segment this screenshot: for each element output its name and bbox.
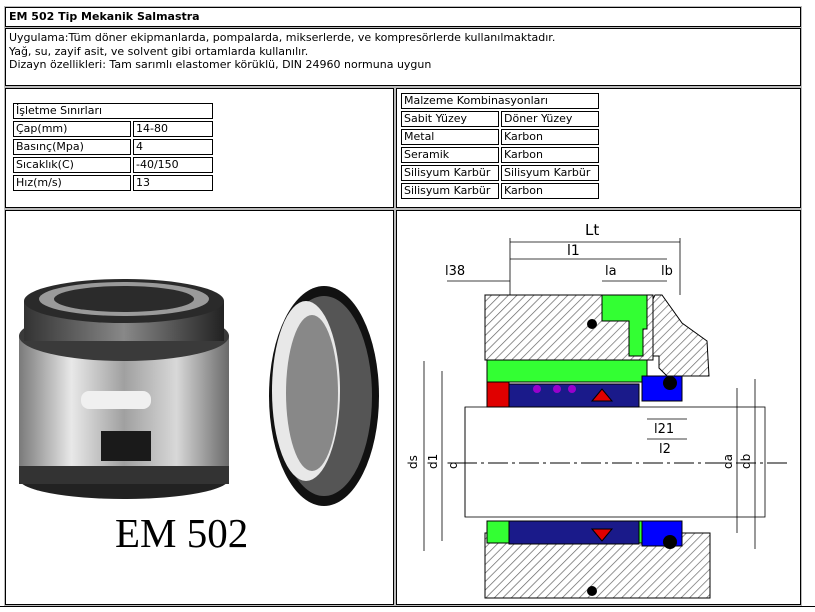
materials-header: Malzeme Kombinasyonları bbox=[401, 93, 599, 109]
table-row: Hız(m/s) 13 bbox=[13, 175, 213, 191]
table-cell: Karbon bbox=[501, 129, 599, 145]
dim-label: Lt bbox=[585, 221, 599, 239]
table-row: Sıcaklık(C) -40/150 bbox=[13, 157, 213, 173]
dim-label: l38 bbox=[445, 264, 465, 279]
description-line: Uygulama:Tüm döner ekipmanlarda, pompala… bbox=[9, 31, 556, 44]
dim-label: da bbox=[721, 454, 735, 469]
limits-header: İşletme Sınırları bbox=[13, 103, 213, 119]
product-title: EM 502 Tip Mekanik Salmastra bbox=[5, 7, 801, 27]
housing-hatch bbox=[484, 294, 711, 599]
dim-label: l1 bbox=[567, 243, 580, 259]
dim-label: l2 bbox=[659, 442, 671, 457]
dim-label: lb bbox=[661, 264, 673, 279]
table-cell: Seramik bbox=[401, 147, 499, 163]
dim-label: d bbox=[446, 461, 460, 469]
description-line: Dizayn özellikleri: Tam sarımlı elastome… bbox=[9, 58, 432, 71]
description-block: Uygulama:Tüm döner ekipmanlarda, pompala… bbox=[5, 28, 801, 86]
limit-label: Sıcaklık(C) bbox=[13, 157, 131, 173]
material-combinations-table: Malzeme Kombinasyonları Sabit Yüzey Döner… bbox=[399, 91, 601, 201]
table-cell: Metal bbox=[401, 129, 499, 145]
dim-label: l21 bbox=[654, 422, 674, 437]
column-header: Sabit Yüzey bbox=[401, 111, 499, 127]
table-cell: Silisyum Karbür bbox=[401, 165, 499, 181]
table-row: Silisyum Karbür Karbon bbox=[401, 183, 599, 199]
table-row: Çap(mm) 14-80 bbox=[13, 121, 213, 137]
operating-limits-panel: İşletme Sınırları Çap(mm) 14-80 Basınç(Mp… bbox=[5, 88, 394, 208]
limit-value: 4 bbox=[133, 139, 213, 155]
table-row: Seramik Karbon bbox=[401, 147, 599, 163]
mating-ring-icon bbox=[269, 286, 379, 506]
dim-label: db bbox=[739, 454, 753, 469]
seal-body-icon bbox=[19, 279, 229, 499]
table-cell: Karbon bbox=[501, 147, 599, 163]
dim-label: ds bbox=[406, 455, 420, 469]
limit-value: 14-80 bbox=[133, 121, 213, 137]
table-cell: Karbon bbox=[501, 183, 599, 199]
technical-drawing-panel: Lt l1 l38 la lb l21 l2 ds d1 d da db bbox=[396, 210, 801, 605]
description-line: Yağ, su, zayif asit, ve solvent gibi ort… bbox=[9, 44, 309, 58]
dim-label: d1 bbox=[426, 454, 440, 469]
column-header: Döner Yüzey bbox=[501, 111, 599, 127]
cross-section-drawing: Lt l1 l38 la lb l21 l2 ds d1 d da db bbox=[406, 221, 787, 599]
operating-limits-table: İşletme Sınırları Çap(mm) 14-80 Basınç(Mp… bbox=[11, 101, 215, 193]
table-cell: Silisyum Karbür bbox=[501, 165, 599, 181]
table-row: Silisyum Karbür Silisyum Karbür bbox=[401, 165, 599, 181]
material-combinations-panel: Malzeme Kombinasyonları Sabit Yüzey Döner… bbox=[396, 88, 801, 208]
limit-label: Basınç(Mpa) bbox=[13, 139, 131, 155]
table-row: Metal Karbon bbox=[401, 129, 599, 145]
dim-label: la bbox=[605, 264, 617, 279]
limit-value: 13 bbox=[133, 175, 213, 191]
limit-label: Çap(mm) bbox=[13, 121, 131, 137]
shaft-outline bbox=[464, 406, 766, 518]
limit-label: Hız(m/s) bbox=[13, 175, 131, 191]
table-cell: Silisyum Karbür bbox=[401, 183, 499, 199]
limit-value: -40/150 bbox=[133, 157, 213, 173]
table-row: Basınç(Mpa) 4 bbox=[13, 139, 213, 155]
bottom-border bbox=[0, 606, 815, 612]
product-model-label: EM 502 bbox=[115, 510, 249, 556]
table-row: Sabit Yüzey Döner Yüzey bbox=[401, 111, 599, 127]
product-photo-panel: EM 502 bbox=[5, 210, 394, 605]
